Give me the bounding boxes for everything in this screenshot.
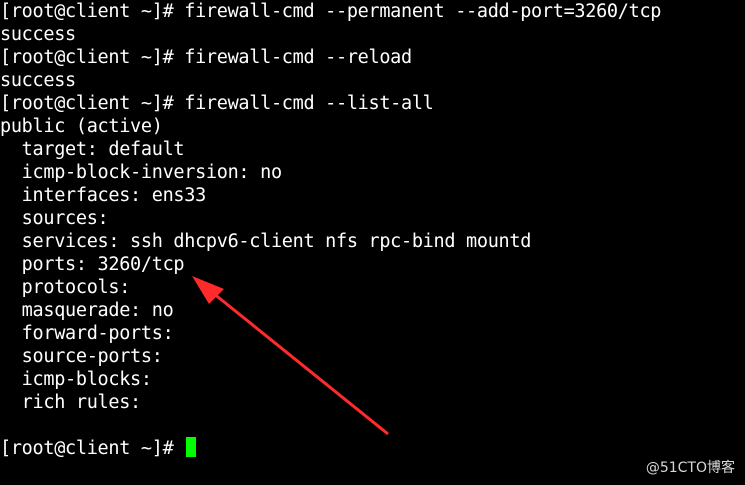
annotation-overlay: [192, 276, 389, 436]
annotation-arrow-shaft: [207, 287, 389, 436]
watermark: @51CTO博客: [645, 460, 735, 476]
